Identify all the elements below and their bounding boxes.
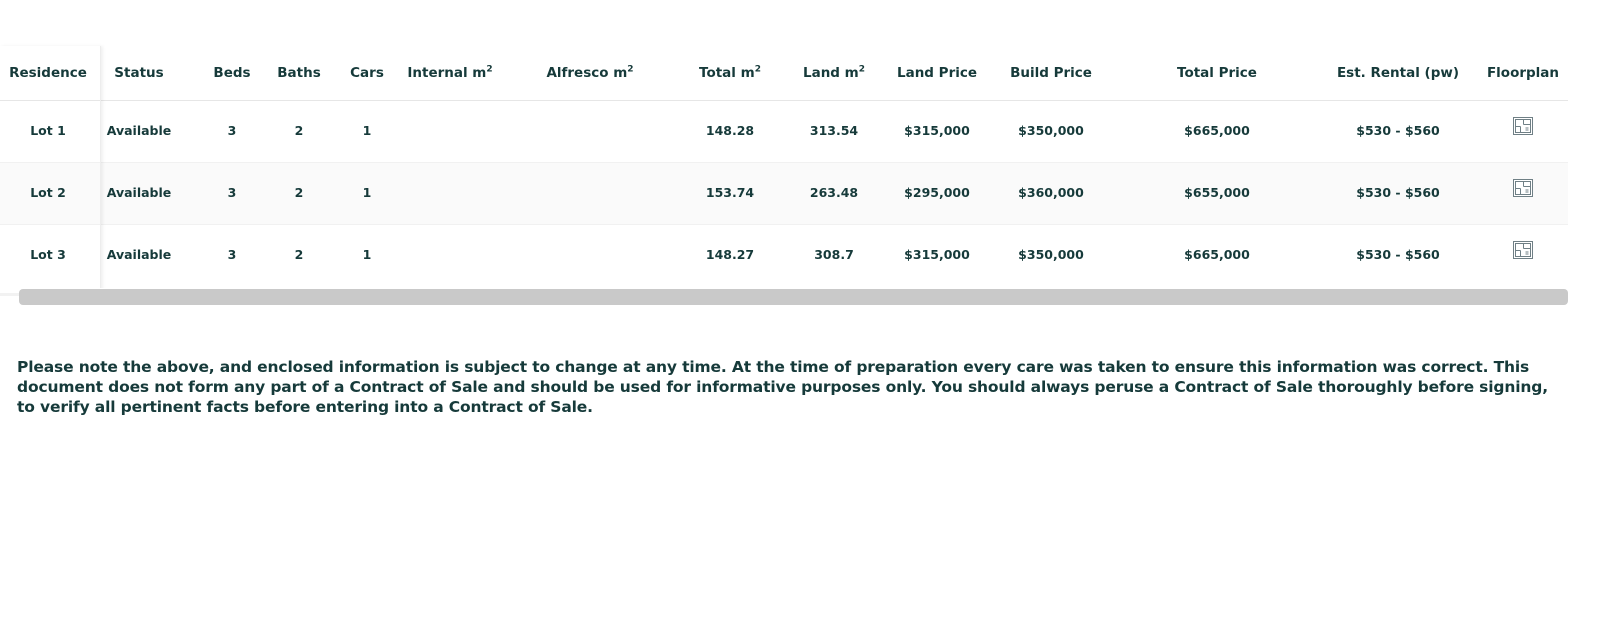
cell-land-price: $295,000 [904, 185, 970, 200]
cell-cars: 1 [362, 123, 372, 138]
cell-land-price: $315,000 [904, 247, 970, 262]
header-build-price[interactable]: Build Price [1010, 65, 1092, 81]
header-floorplan[interactable]: Floorplan [1487, 65, 1559, 81]
header-baths[interactable]: Baths [277, 65, 321, 81]
floorplan-icon[interactable] [1513, 117, 1533, 135]
cell-rental: $530 - $560 [1356, 185, 1440, 200]
cell-build-price: $360,000 [1018, 185, 1084, 200]
cell-beds: 3 [227, 123, 237, 138]
header-internal-label: Internal m [407, 65, 487, 81]
cell-land-area: 308.7 [814, 247, 854, 262]
header-total-label: Total m [699, 65, 755, 81]
cell-status: Available [106, 247, 172, 262]
cell-build-price: $350,000 [1018, 123, 1084, 138]
header-internal-area[interactable]: Internal m2 [407, 65, 492, 81]
header-total-sup: 2 [754, 64, 761, 75]
cell-beds: 3 [227, 185, 237, 200]
disclaimer-text: Please note the above, and enclosed info… [17, 358, 1548, 416]
header-alfresco-sup: 2 [627, 64, 634, 75]
cell-status: Available [106, 123, 172, 138]
cell-rental: $530 - $560 [1356, 123, 1440, 138]
floorplan-icon-graphic [1513, 241, 1533, 259]
floorplan-icon-graphic [1513, 117, 1533, 135]
cell-residence: Lot 3 [30, 247, 66, 262]
header-internal-sup: 2 [486, 64, 493, 75]
header-land-area[interactable]: Land m2 [803, 65, 865, 81]
cell-total-price: $665,000 [1184, 123, 1250, 138]
cell-total-price: $665,000 [1184, 247, 1250, 262]
floorplan-icon[interactable] [1513, 179, 1533, 197]
floorplan-icon[interactable] [1513, 241, 1533, 259]
cell-total-area: 148.27 [705, 247, 755, 262]
cell-residence: Lot 1 [30, 123, 66, 138]
cell-baths: 2 [294, 123, 304, 138]
table-header-row: Residence Status Beds Baths Cars Interna… [0, 46, 1568, 100]
cell-baths: 2 [294, 247, 304, 262]
cell-total-area: 153.74 [705, 185, 755, 200]
header-status[interactable]: Status [114, 65, 163, 81]
header-cars[interactable]: Cars [350, 65, 384, 81]
cell-build-price: $350,000 [1018, 247, 1084, 262]
cell-cars: 1 [362, 247, 372, 262]
cell-land-area: 263.48 [809, 185, 859, 200]
header-land-price[interactable]: Land Price [897, 65, 977, 81]
horizontal-scrollbar-thumb[interactable] [19, 289, 1568, 305]
floorplan-icon-graphic [1513, 179, 1533, 197]
cell-rental: $530 - $560 [1356, 247, 1440, 262]
header-residence[interactable]: Residence [9, 65, 87, 81]
header-beds[interactable]: Beds [213, 65, 250, 81]
pricing-table: Residence Status Beds Baths Cars Interna… [0, 46, 1568, 308]
cell-baths: 2 [294, 185, 304, 200]
header-rental[interactable]: Est. Rental (pw) [1337, 65, 1459, 81]
cell-total-price: $655,000 [1184, 185, 1250, 200]
header-total-price[interactable]: Total Price [1177, 65, 1257, 81]
header-total-area[interactable]: Total m2 [699, 65, 761, 81]
cell-total-area: 148.28 [705, 123, 755, 138]
cell-status: Available [106, 185, 172, 200]
cell-land-price: $315,000 [904, 123, 970, 138]
header-land-label: Land m [802, 65, 859, 81]
cell-beds: 3 [227, 247, 237, 262]
header-alfresco-label: Alfresco m [546, 65, 628, 81]
cell-residence: Lot 2 [30, 185, 66, 200]
header-alfresco-area[interactable]: Alfresco m2 [546, 65, 633, 81]
cell-cars: 1 [362, 185, 372, 200]
cell-land-area: 313.54 [809, 123, 859, 138]
header-land-sup: 2 [858, 64, 866, 75]
pricing-table-grid: Residence Status Beds Baths Cars Interna… [0, 46, 1568, 308]
